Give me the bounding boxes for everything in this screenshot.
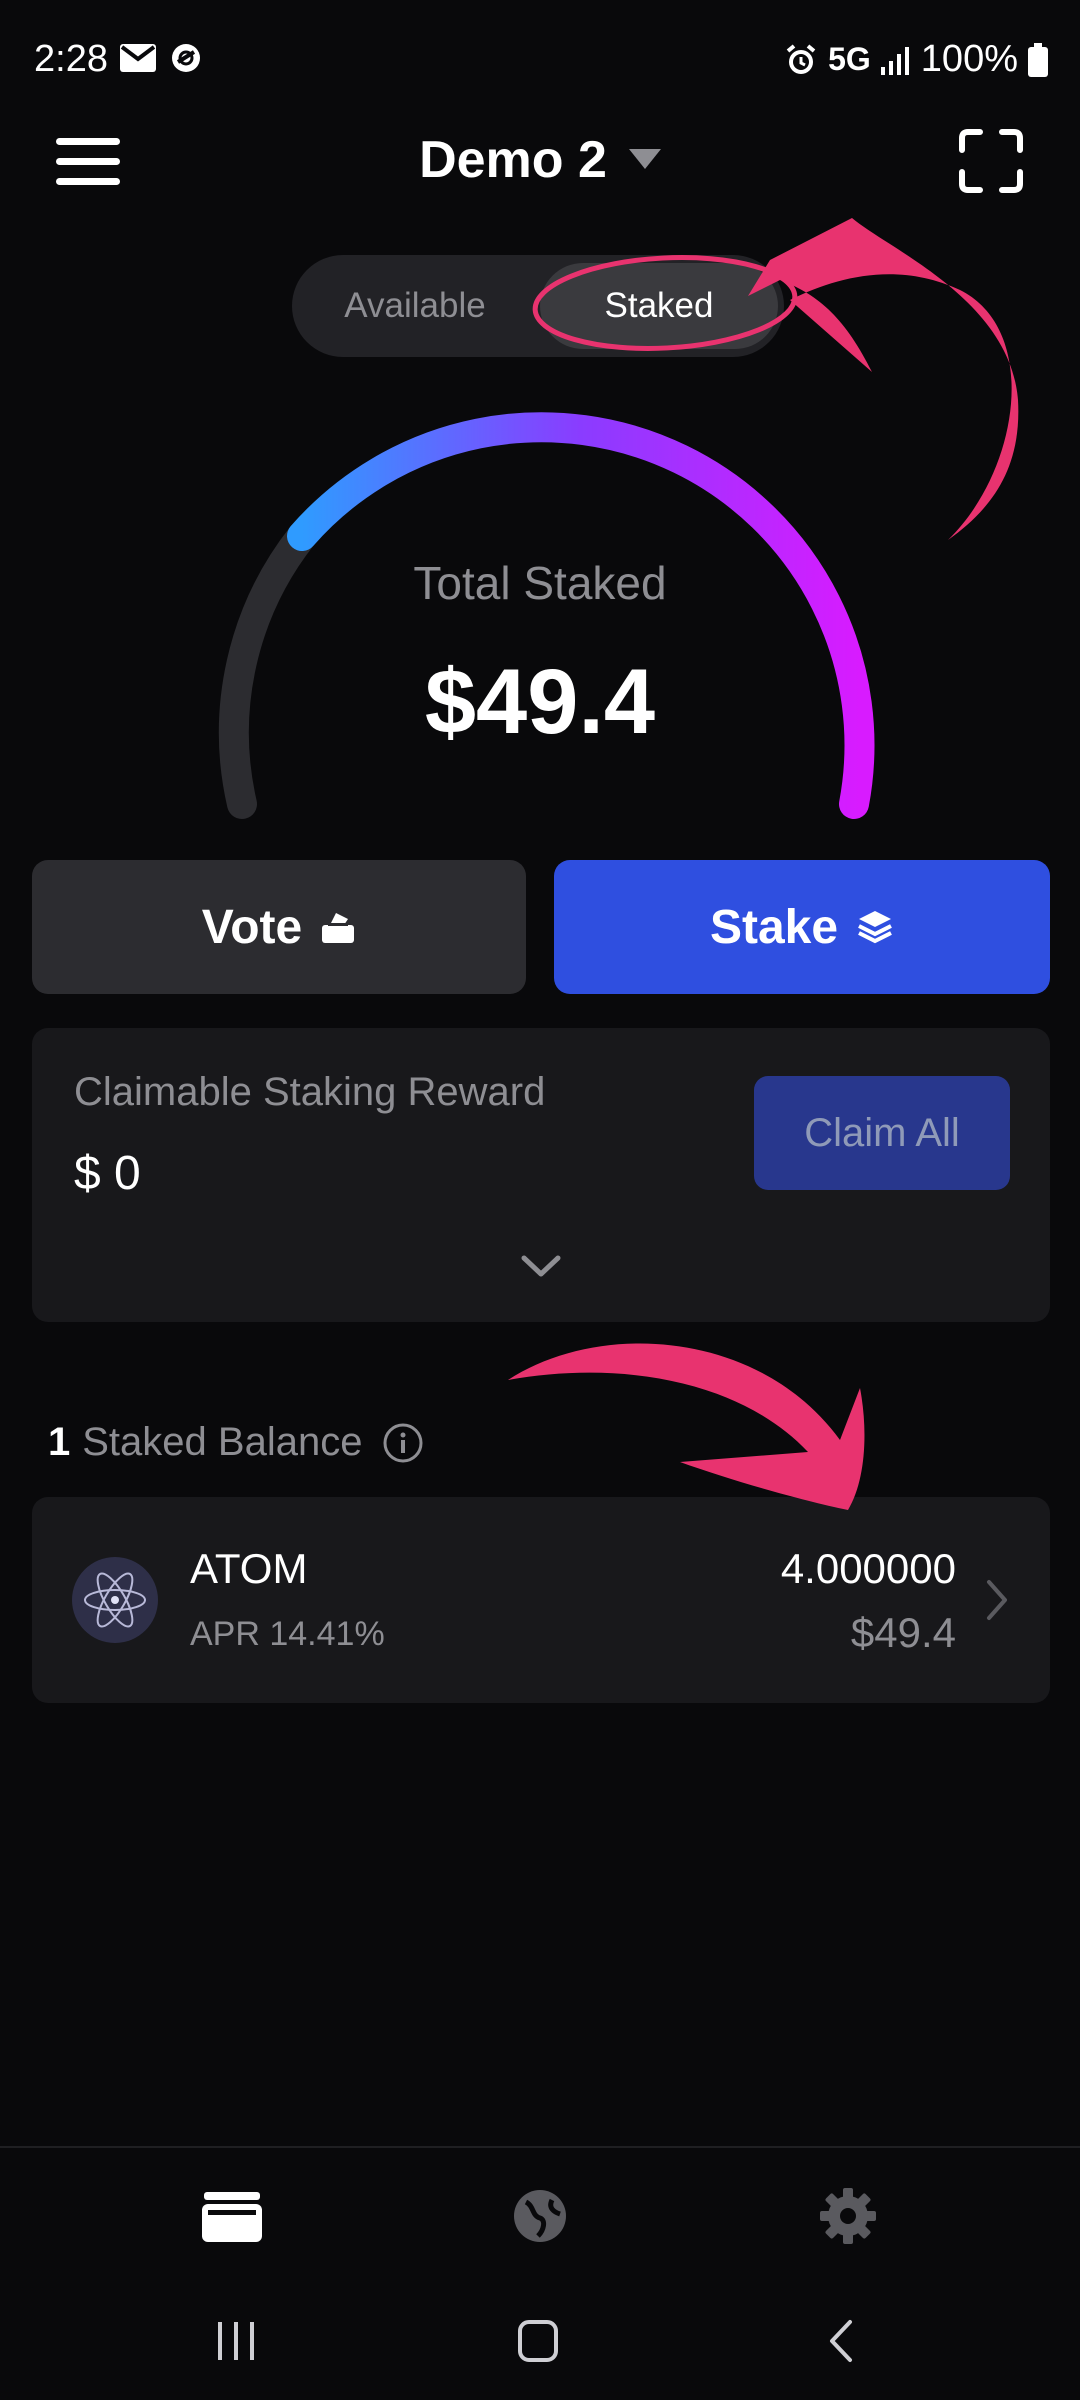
status-bar: 2:28 5G 100% bbox=[0, 0, 1080, 120]
home-icon[interactable] bbox=[508, 2316, 568, 2366]
caret-down-icon bbox=[628, 149, 661, 170]
status-time: 2:28 bbox=[34, 38, 108, 80]
balance-segment-control: Available Staked bbox=[292, 255, 784, 357]
claimable-reward-card: Claimable Staking Reward $ 0 Claim All bbox=[32, 1028, 1050, 1322]
layers-icon bbox=[858, 911, 892, 944]
annotation-arrow-bottom bbox=[508, 1343, 865, 1510]
alarm-icon bbox=[786, 43, 816, 74]
signal-icon bbox=[880, 46, 909, 75]
info-icon[interactable] bbox=[382, 1422, 424, 1464]
gauge-label: Total Staked bbox=[413, 557, 667, 609]
no-disturb-icon bbox=[172, 44, 200, 72]
stake-button-label: Stake bbox=[709, 900, 839, 954]
staked-balance-label: Staked Balance bbox=[82, 1420, 363, 1464]
staked-balance-count: 1 bbox=[48, 1420, 71, 1464]
chevron-down-icon[interactable] bbox=[518, 1250, 564, 1280]
wallet-icon[interactable] bbox=[200, 2186, 264, 2246]
reward-title: Claimable Staking Reward bbox=[74, 1070, 546, 1114]
total-staked-value: $49.4 bbox=[424, 651, 656, 753]
ballot-box-icon bbox=[322, 913, 355, 943]
cosmos-atom-icon bbox=[72, 1557, 158, 1643]
tab-staked[interactable]: Staked bbox=[540, 263, 778, 349]
status-notification-icons bbox=[120, 42, 202, 74]
scan-frame-icon[interactable] bbox=[958, 128, 1024, 194]
status-system-indicators: 5G 100% bbox=[784, 38, 1048, 81]
wallet-name: Demo 2 bbox=[419, 131, 607, 189]
stake-button[interactable]: Stake bbox=[554, 860, 1050, 994]
bottom-tab-bar bbox=[0, 2146, 1080, 2276]
globe-icon[interactable] bbox=[508, 2186, 572, 2246]
chevron-right-icon bbox=[987, 1580, 1007, 1620]
network-label: 5G bbox=[828, 41, 871, 77]
claim-all-button[interactable]: Claim All bbox=[754, 1076, 1010, 1190]
wallet-selector[interactable]: Demo 2 bbox=[0, 130, 1080, 190]
asset-symbol: ATOM bbox=[190, 1545, 308, 1592]
asset-apr: APR 14.41% bbox=[190, 1615, 385, 1653]
battery-icon bbox=[1028, 42, 1048, 77]
staked-asset-row[interactable]: ATOM APR 14.41% 4.000000 $49.4 bbox=[32, 1497, 1050, 1703]
vote-button-label: Vote bbox=[201, 900, 303, 954]
tab-available[interactable]: Available bbox=[292, 255, 538, 357]
asset-value: $49.4 bbox=[850, 1609, 956, 1656]
vote-button[interactable]: Vote bbox=[32, 860, 526, 994]
recents-icon[interactable] bbox=[206, 2316, 266, 2366]
gear-icon[interactable] bbox=[816, 2186, 880, 2246]
asset-amount: 4.000000 bbox=[780, 1545, 956, 1592]
staked-balance-heading: 1 Staked Balance bbox=[48, 1420, 424, 1465]
reward-amount: $ 0 bbox=[74, 1147, 141, 1200]
battery-percent: 100% bbox=[920, 38, 1018, 80]
mail-icon bbox=[120, 44, 156, 72]
back-icon[interactable] bbox=[812, 2316, 872, 2366]
system-navigation-bar bbox=[0, 2276, 1080, 2400]
